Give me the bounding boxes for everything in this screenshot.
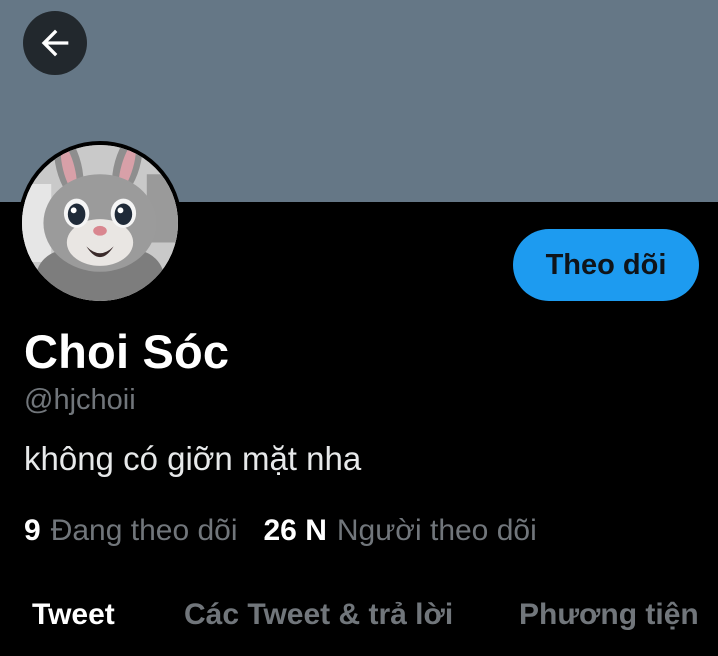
followers-label: Người theo dõi [336,514,537,547]
profile-page: Theo dõi Choi Sóc @hjchoii không có giỡn… [0,0,718,656]
arrow-left-icon [41,29,69,57]
followers-link[interactable]: 26 N Người theo dõi [264,514,537,548]
display-name: Choi Sóc [24,325,230,378]
followers-count: 26 N [263,514,327,547]
profile-tabs: Tweet Các Tweet & trả lời Phương tiện [0,598,718,656]
user-handle: @hjchoii [24,384,136,416]
tab-tweets[interactable]: Tweet [32,598,115,632]
following-label: Đang theo dõi [50,514,238,547]
bunny-mascot-avatar [22,145,178,301]
tab-media[interactable]: Phương tiện [519,598,699,632]
user-bio: không có giỡn mặt nha [24,440,362,477]
follow-button[interactable]: Theo dõi [513,229,699,301]
tab-tweets-and-replies[interactable]: Các Tweet & trả lời [184,598,453,632]
back-button[interactable] [23,11,87,75]
avatar[interactable] [18,141,182,305]
following-link[interactable]: 9 Đang theo dõi [24,514,238,548]
following-count: 9 [24,514,41,547]
profile-stats: 9 Đang theo dõi 26 N Người theo dõi [24,514,537,548]
